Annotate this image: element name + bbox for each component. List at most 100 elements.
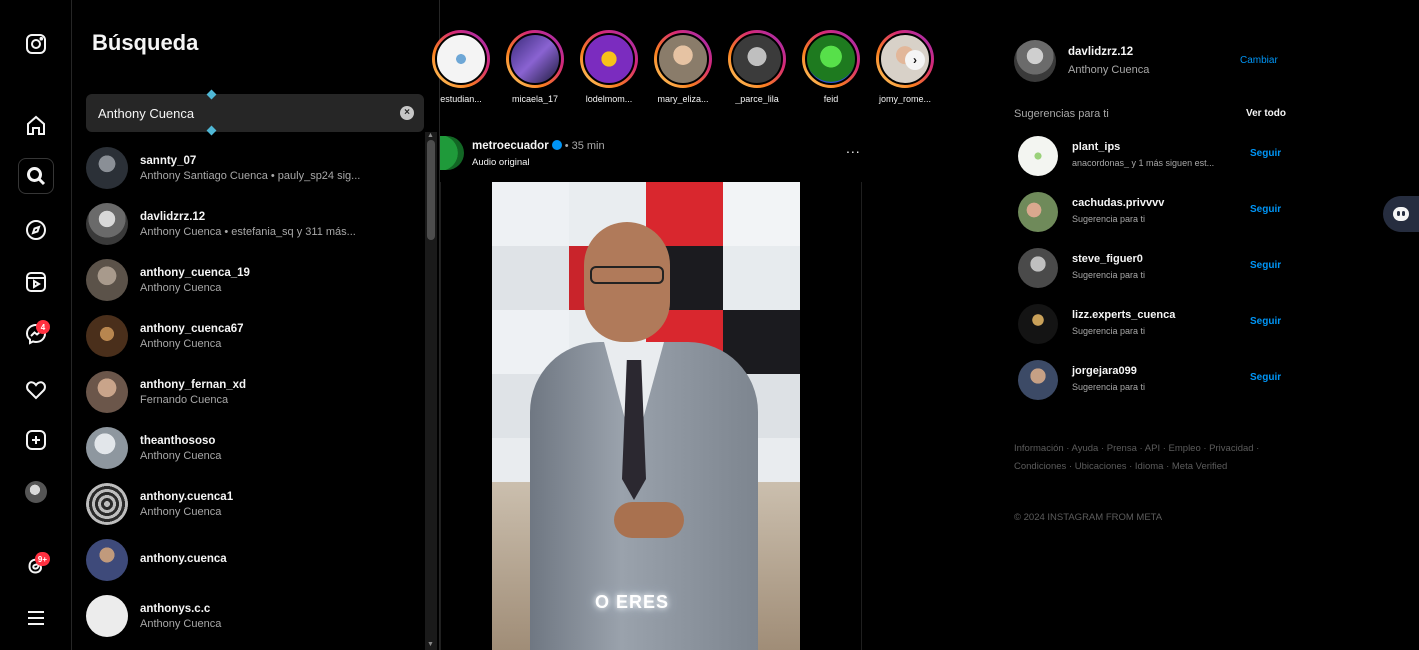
story-item[interactable]: estudian... bbox=[426, 30, 496, 104]
search-result[interactable]: theanthososo Anthony Cuenca bbox=[86, 420, 416, 476]
story-avatar bbox=[509, 33, 561, 85]
suggestion-subtitle: Sugerencia para ti bbox=[1072, 382, 1146, 392]
search-result[interactable]: anthony.cuenca1 Anthony Cuenca bbox=[86, 476, 416, 532]
story-avatar bbox=[435, 33, 487, 85]
home-icon[interactable] bbox=[18, 108, 54, 144]
story-item[interactable]: mary_eliza... bbox=[648, 30, 718, 104]
post-video[interactable]: O ERES bbox=[492, 182, 800, 650]
suggestion-subtitle: Sugerencia para ti bbox=[1072, 270, 1146, 280]
avatar bbox=[86, 259, 128, 301]
threads-badge: 9+ bbox=[34, 552, 50, 566]
search-panel-title: Búsqueda bbox=[92, 30, 199, 55]
footer-links[interactable]: Información · Ayuda · Prensa · API · Emp… bbox=[1014, 440, 1274, 476]
post-author[interactable]: metroecuador • 35 min bbox=[472, 140, 605, 152]
follow-button[interactable]: Seguir bbox=[1250, 260, 1281, 271]
switch-account-link[interactable]: Cambiar bbox=[1240, 55, 1278, 66]
menu-hamburger-icon[interactable] bbox=[18, 600, 54, 636]
post-audio[interactable]: Audio original bbox=[472, 157, 530, 168]
suggestion-username[interactable]: lizz.experts_cuenca bbox=[1072, 309, 1175, 321]
post-time: • 35 min bbox=[564, 140, 605, 152]
stories-next-arrow-icon[interactable]: › bbox=[905, 50, 925, 70]
results-scrollbar[interactable]: ▲ ▼ bbox=[425, 132, 437, 650]
story-name: jomy_rome... bbox=[878, 94, 931, 104]
result-username: davlidzrz.12 bbox=[140, 210, 206, 223]
instagram-logo-icon[interactable] bbox=[18, 26, 54, 62]
result-subtitle: Anthony Cuenca bbox=[140, 617, 222, 630]
story-avatar bbox=[805, 33, 857, 85]
avatar[interactable] bbox=[1018, 360, 1058, 400]
story-name: estudian... bbox=[440, 94, 482, 104]
story-name: micaela_17 bbox=[511, 94, 559, 104]
suggestion-subtitle: Sugerencia para ti bbox=[1072, 326, 1146, 336]
suggestion-username[interactable]: steve_figuer0 bbox=[1072, 253, 1143, 265]
search-result[interactable]: anthony_fernan_xd Fernando Cuenca bbox=[86, 364, 416, 420]
suggestion-username[interactable]: cachudas.privvvv bbox=[1072, 197, 1164, 209]
search-icon[interactable] bbox=[18, 158, 54, 194]
current-full-name: Anthony Cuenca bbox=[1068, 64, 1150, 76]
avatar[interactable] bbox=[1018, 136, 1058, 176]
verified-badge-icon bbox=[551, 140, 562, 150]
avatar[interactable] bbox=[1018, 248, 1058, 288]
suggestion-item: jorgejara099 Sugerencia para ti Seguir bbox=[1018, 360, 1290, 404]
result-username: anthony.cuenca bbox=[140, 552, 227, 565]
create-plus-icon[interactable] bbox=[18, 422, 54, 458]
search-box[interactable]: × bbox=[86, 89, 424, 136]
presenter-hand bbox=[614, 502, 684, 538]
avatar bbox=[86, 539, 128, 581]
explore-compass-icon[interactable] bbox=[18, 212, 54, 248]
search-input[interactable] bbox=[86, 94, 386, 132]
see-all-link[interactable]: Ver todo bbox=[1246, 108, 1286, 119]
story-item[interactable]: micaela_17 bbox=[500, 30, 570, 104]
avatar[interactable] bbox=[1018, 192, 1058, 232]
scroll-thumb[interactable] bbox=[427, 140, 435, 240]
result-username: anthony_cuenca_19 bbox=[140, 266, 250, 279]
search-result[interactable]: sannty_07 Anthony Santiago Cuenca • paul… bbox=[86, 140, 416, 196]
story-item[interactable]: lodelmom... bbox=[574, 30, 644, 104]
search-result[interactable]: anthony_cuenca67 Anthony Cuenca bbox=[86, 308, 416, 364]
story-name: mary_eliza... bbox=[657, 94, 709, 104]
presenter-glasses bbox=[590, 266, 664, 284]
heart-icon[interactable] bbox=[18, 372, 54, 408]
profile-avatar-icon[interactable] bbox=[18, 474, 54, 510]
floating-assistant-button[interactable] bbox=[1383, 196, 1419, 232]
result-username: anthony_fernan_xd bbox=[140, 378, 247, 391]
clear-search-icon[interactable]: × bbox=[400, 106, 414, 120]
story-item[interactable]: feid bbox=[796, 30, 866, 104]
messenger-icon[interactable]: 4 bbox=[18, 316, 54, 352]
follow-button[interactable]: Seguir bbox=[1250, 372, 1281, 383]
scroll-up-arrow-icon[interactable]: ▲ bbox=[427, 132, 434, 139]
story-item[interactable]: _parce_lila bbox=[722, 30, 792, 104]
avatar bbox=[86, 315, 128, 357]
result-username: theanthososo bbox=[140, 434, 216, 447]
search-result[interactable]: anthony_cuenca_19 Anthony Cuenca bbox=[86, 252, 416, 308]
more-options-icon[interactable]: ... bbox=[846, 140, 861, 156]
avatar[interactable] bbox=[1018, 304, 1058, 344]
reels-icon[interactable] bbox=[18, 264, 54, 300]
story-name: feid bbox=[823, 94, 839, 104]
suggestion-item: plant_ips anacordonas_ y 1 más siguen es… bbox=[1018, 136, 1290, 180]
suggestion-username[interactable]: jorgejara099 bbox=[1072, 365, 1137, 377]
search-result[interactable]: anthonys.c.c Anthony Cuenca bbox=[86, 588, 416, 644]
result-username: anthonys.c.c bbox=[140, 602, 211, 615]
scroll-down-arrow-icon[interactable]: ▼ bbox=[427, 641, 434, 648]
post-username[interactable]: metroecuador bbox=[472, 140, 549, 152]
story-avatar bbox=[657, 33, 709, 85]
current-username[interactable]: davlidzrz.12 bbox=[1068, 46, 1133, 58]
search-result[interactable]: davlidzrz.12 Anthony Cuenca • estefania_… bbox=[86, 196, 416, 252]
story-item[interactable]: jomy_rome... bbox=[870, 30, 940, 104]
follow-button[interactable]: Seguir bbox=[1250, 204, 1281, 215]
threads-icon[interactable]: 9+ bbox=[18, 548, 54, 584]
current-account: davlidzrz.12 Anthony Cuenca Cambiar bbox=[1014, 40, 1294, 84]
video-caption-overlay: O ERES bbox=[595, 592, 670, 612]
avatar bbox=[86, 371, 128, 413]
search-result[interactable]: anthony.cuenca bbox=[86, 532, 416, 588]
story-name: _parce_lila bbox=[735, 94, 779, 104]
follow-button[interactable]: Seguir bbox=[1250, 148, 1281, 159]
suggestion-username[interactable]: plant_ips bbox=[1072, 141, 1120, 153]
avatar[interactable] bbox=[1014, 40, 1056, 82]
suggestion-item: cachudas.privvvv Sugerencia para ti Segu… bbox=[1018, 192, 1290, 236]
follow-button[interactable]: Seguir bbox=[1250, 316, 1281, 327]
suggestion-item: steve_figuer0 Sugerencia para ti Seguir bbox=[1018, 248, 1290, 292]
post-author-avatar[interactable] bbox=[440, 136, 464, 170]
avatar bbox=[86, 483, 128, 525]
